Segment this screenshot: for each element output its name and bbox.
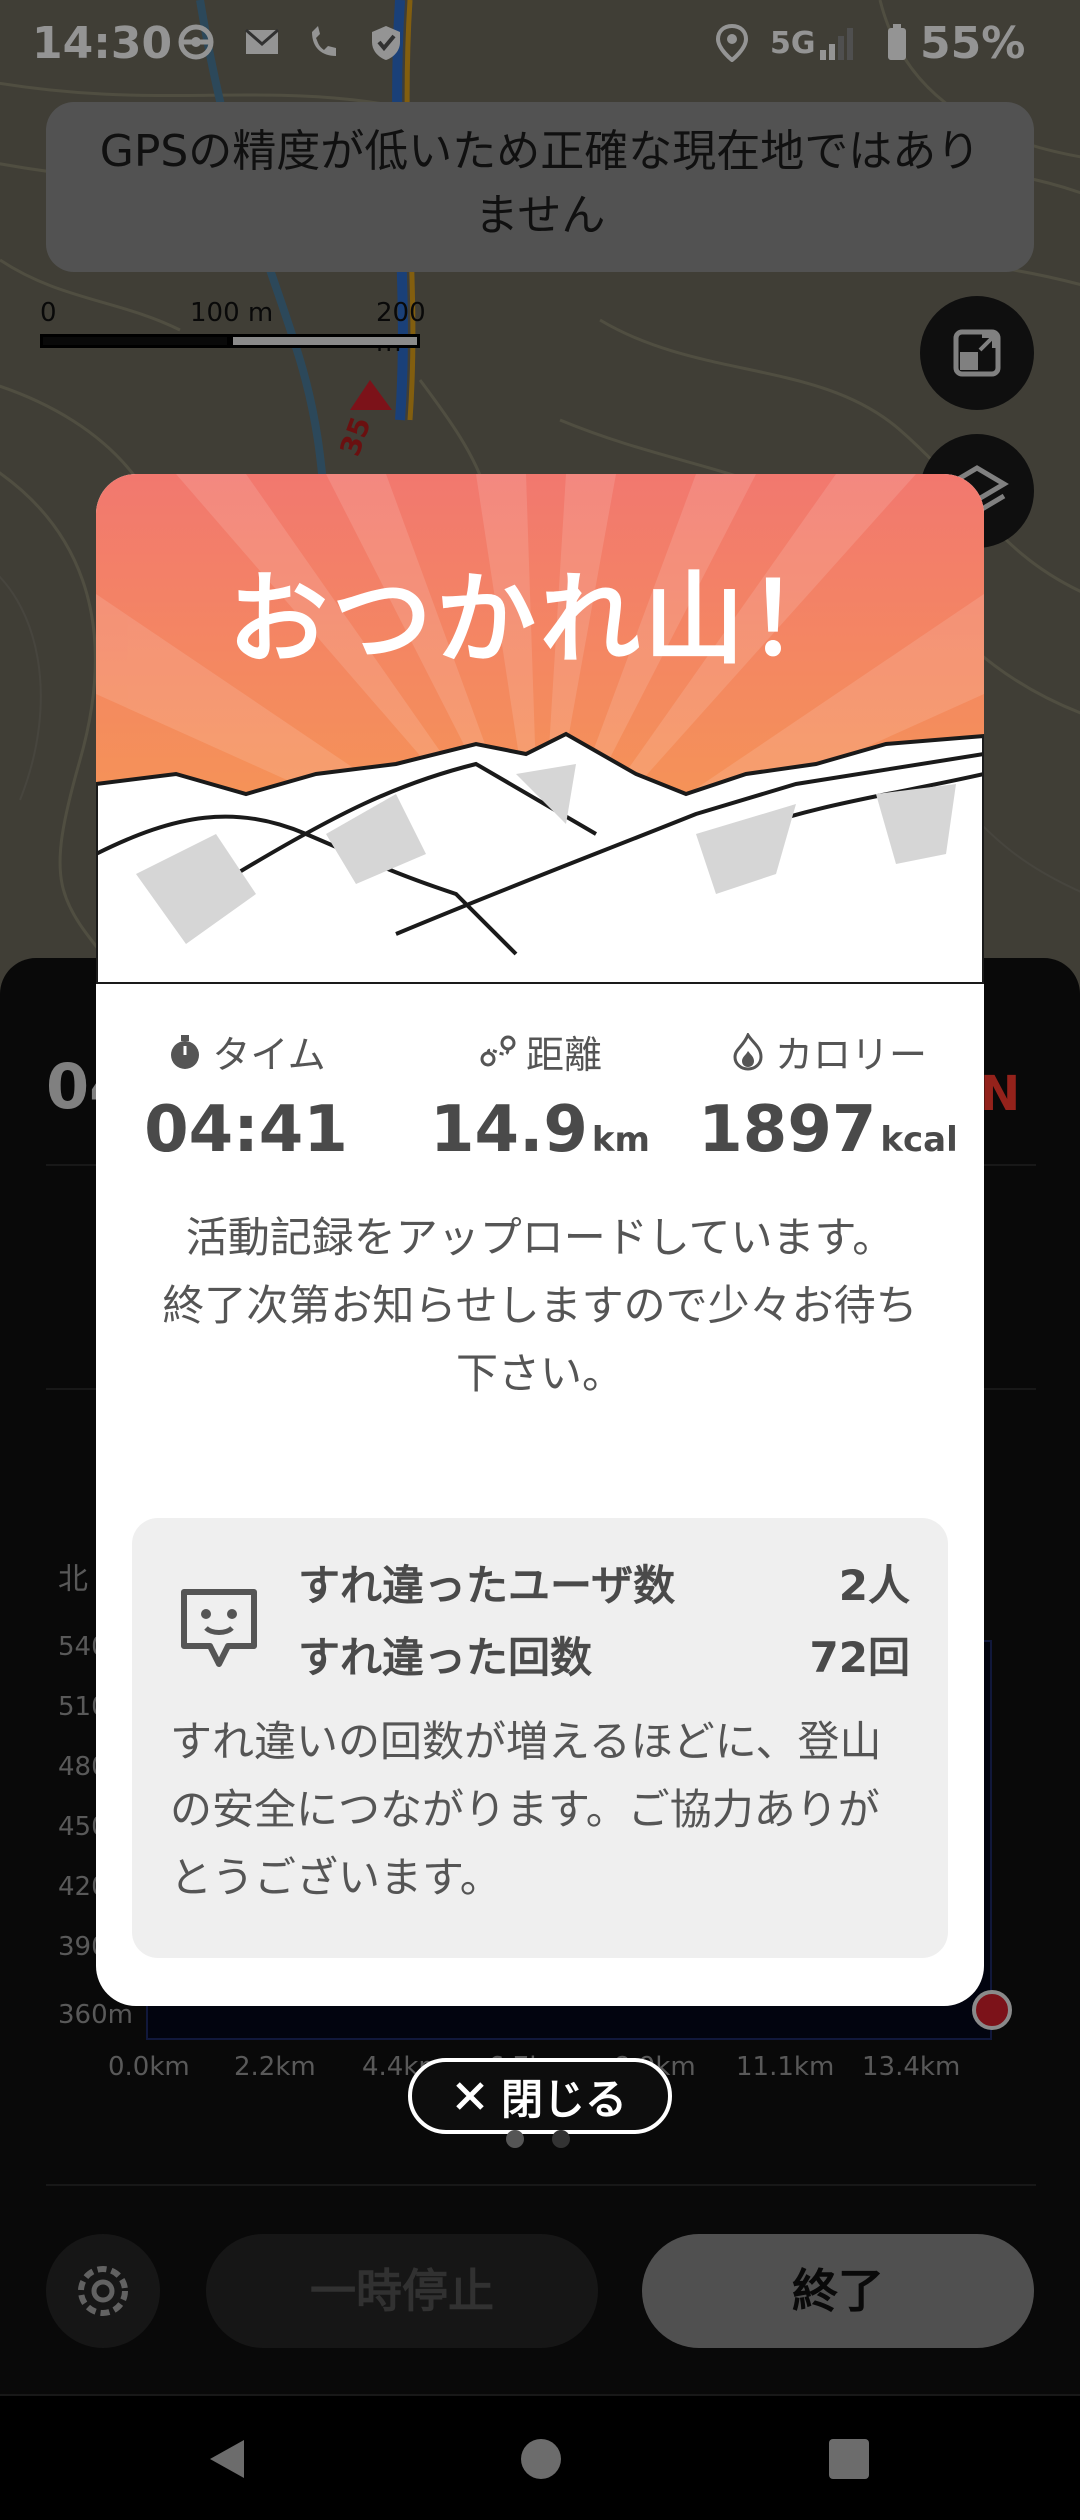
stat-distance-value-row: 14.9 km xyxy=(410,1093,670,1167)
page-indicator-dot xyxy=(552,2130,570,2148)
stat-time-label-row: タイム xyxy=(116,1024,376,1079)
close-button[interactable]: 閉じる xyxy=(408,2058,672,2134)
encounter-count-label: すれ違った回数 xyxy=(298,1633,593,1682)
stat-distance-value: 14.9 xyxy=(430,1093,588,1167)
route-icon xyxy=(480,1035,516,1066)
stat-calories-value: 1897 xyxy=(698,1093,877,1167)
stat-calories-unit: kcal xyxy=(880,1120,958,1160)
encounter-face-icon xyxy=(181,1589,257,1667)
stat-distance-label-row: 距離 xyxy=(410,1024,670,1079)
flame-icon xyxy=(733,1032,763,1071)
stat-calories-label: カロリー xyxy=(774,1033,927,1077)
upload-message-line: 終了次第お知らせしますので少々お待ち下さい。 xyxy=(162,1281,918,1398)
page-indicator-dot xyxy=(506,2130,524,2148)
stat-distance-unit: km xyxy=(591,1120,650,1160)
close-button-label: 閉じる xyxy=(500,2074,627,2124)
encounter-users-value: 2人 xyxy=(838,1561,910,1610)
stopwatch-icon xyxy=(171,1034,200,1069)
stat-distance-label: 距離 xyxy=(525,1033,602,1077)
stat-time-value: 04:41 xyxy=(144,1093,348,1167)
stat-time-label: タイム xyxy=(212,1033,326,1077)
encounter-note: すれ違いの回数が増えるほどに、登山の安全につながります。ご協力ありがとうございま… xyxy=(170,1717,882,1902)
stat-calories-value-row: 1897 kcal xyxy=(678,1093,978,1167)
stat-calories: カロリー 1897 kcal xyxy=(678,1024,978,1167)
encounter-count-value: 72回 xyxy=(809,1633,910,1682)
encounter-users-label: すれ違ったユーザ数 xyxy=(298,1561,676,1610)
summit-result-dialog: おつかれ山！ タイム 04:41 距離 14.9 km カロリー 1897 kcal… xyxy=(96,474,984,2006)
dialog-title: おつかれ山！ xyxy=(228,561,852,678)
stat-calories-label-row: カロリー xyxy=(678,1024,978,1079)
stat-distance: 距離 14.9 km xyxy=(410,1024,670,1167)
stat-time: タイム 04:41 xyxy=(116,1024,376,1167)
upload-status-message: 活動記録をアップロードしています。 終了次第お知らせしますので少々お待ち下さい。 xyxy=(156,1204,924,1408)
close-icon xyxy=(456,2082,484,2110)
upload-message-line: 活動記録をアップロードしています。 xyxy=(185,1213,895,1262)
encounter-card: すれ違ったユーザ数 2人 すれ違った回数 72回 すれ違いの回数が増えるほどに、… xyxy=(132,1518,948,1958)
